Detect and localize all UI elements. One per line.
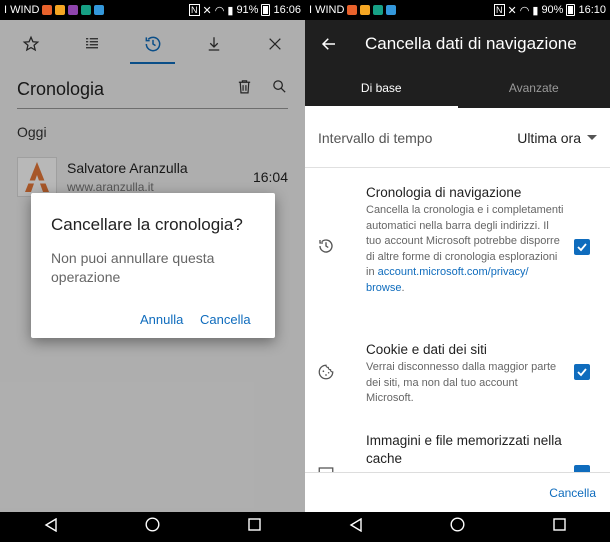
carrier-label: I WIND	[4, 4, 40, 16]
app-bar: Cancella dati di navigazione	[305, 20, 610, 68]
notification-icon	[94, 5, 105, 15]
option-title: Cronologia di navigazione	[366, 185, 522, 200]
back-triangle-icon	[349, 517, 362, 532]
check-icon	[577, 368, 587, 377]
wifi-icon: ◠	[214, 4, 225, 17]
signal-icon: ▮	[227, 4, 234, 17]
notification-icon	[55, 5, 66, 15]
dialog-cancel-button[interactable]: Annulla	[140, 312, 183, 327]
home-nav-button[interactable]	[145, 517, 160, 537]
check-icon	[577, 243, 587, 252]
notification-icon	[68, 5, 79, 15]
notification-icon	[373, 5, 384, 15]
notification-icon	[42, 5, 53, 15]
recents-square-icon	[248, 518, 261, 531]
status-bar: I WIND N ✕ ◠ ▮ 90% 16:10	[305, 0, 610, 20]
mute-icon: ✕	[507, 4, 517, 17]
battery-percent: 91%	[236, 4, 259, 16]
option-browsing-history[interactable]: Cronologia di navigazione Cancella la cr…	[305, 180, 610, 315]
recents-nav-button[interactable]	[248, 518, 261, 536]
checkbox-cookies[interactable]	[574, 364, 590, 380]
notification-icon	[81, 5, 92, 15]
clock: 16:10	[578, 4, 606, 16]
wifi-icon: ◠	[519, 4, 530, 17]
clear-data-button[interactable]: Cancella	[549, 486, 596, 500]
home-circle-icon	[450, 517, 465, 532]
notification-icon	[360, 5, 371, 15]
privacy-link-continued[interactable]: browse	[366, 282, 401, 294]
option-title: Immagini e file memorizzati nella cache	[366, 433, 562, 466]
dialog-message: Non puoi annullare questa operazione	[51, 250, 215, 285]
time-range-label: Intervallo di tempo	[318, 129, 433, 146]
option-cookies[interactable]: Cookie e dati dei siti Verrai disconness…	[305, 337, 610, 415]
nfc-icon: N	[189, 4, 200, 16]
nfc-icon: N	[494, 4, 505, 16]
cookie-icon	[317, 363, 335, 386]
battery-icon	[566, 4, 576, 16]
time-range-select[interactable]: Ultima ora	[517, 130, 597, 146]
history-icon	[317, 237, 335, 260]
time-range-row[interactable]: Intervallo di tempo Ultima ora	[305, 108, 610, 168]
notification-icon	[386, 5, 397, 15]
page-title: Cancella dati di navigazione	[365, 34, 577, 53]
battery-icon	[261, 4, 271, 16]
tab-bar: Di base Avanzate	[305, 68, 610, 108]
status-bar: I WIND N ✕ ◠ ▮ 91% 16:06	[0, 0, 305, 20]
system-nav-bar	[305, 512, 610, 542]
arrow-back-icon	[321, 38, 335, 50]
right-screen: I WIND N ✕ ◠ ▮ 90% 16:10 Cancella dati d…	[305, 0, 610, 542]
option-description: Cancella la cronologia e i completamenti…	[366, 204, 564, 294]
footer-bar: Cancella	[305, 472, 610, 512]
back-nav-button[interactable]	[349, 517, 363, 537]
signal-icon: ▮	[532, 4, 539, 17]
clock: 16:06	[273, 4, 301, 16]
dropdown-arrow-icon	[587, 135, 597, 140]
dialog-title: Cancellare la cronologia?	[51, 215, 243, 234]
recents-nav-button[interactable]	[553, 518, 566, 536]
system-nav-bar	[0, 512, 305, 542]
option-description: Verrai disconnesso dalla maggior parte d…	[366, 361, 557, 405]
tab-advanced[interactable]: Avanzate	[458, 68, 610, 108]
option-title: Cookie e dati dei siti	[366, 342, 487, 357]
privacy-link[interactable]: account.microsoft.com/privacy/	[378, 266, 529, 278]
dialog-confirm-button[interactable]: Cancella	[200, 312, 251, 327]
mute-icon: ✕	[202, 4, 212, 17]
checkbox-browsing-history[interactable]	[574, 239, 590, 255]
recents-square-icon	[553, 518, 566, 531]
carrier-label: I WIND	[309, 4, 345, 16]
battery-percent: 90%	[541, 4, 564, 16]
tab-basic[interactable]: Di base	[305, 68, 458, 108]
home-circle-icon	[145, 517, 160, 532]
back-nav-button[interactable]	[44, 517, 58, 537]
home-nav-button[interactable]	[450, 517, 465, 537]
back-triangle-icon	[44, 517, 57, 532]
left-screen: I WIND N ✕ ◠ ▮ 91% 16:06 Cronologia Oggi…	[0, 0, 305, 542]
option-cache[interactable]: Immagini e file memorizzati nella cache	[305, 429, 610, 481]
time-range-value: Ultima ora	[517, 129, 581, 146]
confirm-dialog: Cancellare la cronologia? Non puoi annul…	[31, 193, 275, 338]
notification-icon	[347, 5, 358, 15]
back-button[interactable]	[305, 35, 353, 53]
